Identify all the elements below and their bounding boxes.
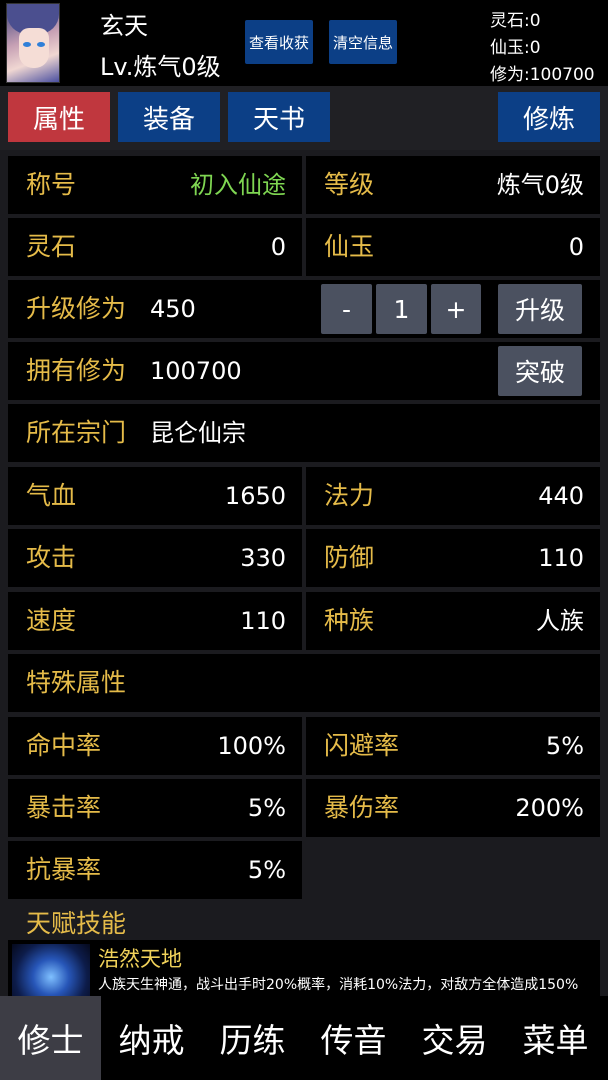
mana-label: 法力: [324, 481, 375, 510]
level-cell: 等级 炼气0级: [306, 156, 600, 214]
special-attrs-row: 特殊属性: [8, 654, 600, 712]
jade-value: 0: [568, 233, 584, 261]
hp-label: 气血: [26, 481, 77, 510]
hp-value: 1650: [224, 482, 286, 510]
crit-damage-label: 暴伤率: [324, 793, 400, 822]
nav-trade[interactable]: 交易: [404, 996, 505, 1080]
bottom-nav: 修士 纳戒 历练 传音 交易 菜单: [0, 996, 608, 1080]
sect-value: 昆仑仙宗: [150, 419, 246, 447]
player-level: Lv.炼气0级: [100, 53, 221, 81]
upgrade-row: 升级修为 450 - 1 + 升级: [8, 280, 600, 338]
crit-damage-cell: 暴伤率 200%: [306, 779, 600, 837]
jade-label: 仙玉: [324, 232, 375, 261]
owned-xp-row: 拥有修为 100700 突破: [8, 342, 600, 400]
talent-skill-name: 浩然天地: [98, 947, 182, 971]
nav-cultivator[interactable]: 修士: [0, 996, 101, 1080]
clear-info-button[interactable]: 清空信息: [329, 20, 397, 64]
crit-rate-label: 暴击率: [26, 793, 102, 822]
race-value: 人族: [536, 607, 584, 635]
crit-rate-cell: 暴击率 5%: [8, 779, 302, 837]
spirit-stone-cell: 灵石 0: [8, 218, 302, 276]
stepper-value: 1: [376, 284, 427, 334]
defense-value: 110: [538, 544, 584, 572]
defense-cell: 防御 110: [306, 529, 600, 587]
breakthrough-button[interactable]: 突破: [498, 346, 582, 396]
upgrade-xp-label: 升级修为: [26, 294, 127, 323]
view-income-button[interactable]: 查看收获: [245, 20, 313, 64]
jade-cell: 仙玉 0: [306, 218, 600, 276]
sect-label: 所在宗门: [26, 418, 127, 447]
race-cell: 种族 人族: [306, 592, 600, 650]
speed-label: 速度: [26, 606, 77, 635]
mana-cell: 法力 440: [306, 467, 600, 525]
title-value: 初入仙途: [190, 171, 286, 199]
tab-cultivate[interactable]: 修炼: [498, 92, 600, 142]
crit-damage-value: 200%: [515, 794, 584, 822]
nav-messages[interactable]: 传音: [303, 996, 404, 1080]
nav-storage-ring[interactable]: 纳戒: [101, 996, 202, 1080]
nav-adventure[interactable]: 历练: [202, 996, 303, 1080]
defense-label: 防御: [324, 543, 375, 572]
title-label: 称号: [26, 170, 77, 199]
player-name: 玄天: [100, 12, 148, 40]
jade-count: 仙玉:0: [490, 38, 541, 58]
mana-value: 440: [538, 482, 584, 510]
attack-label: 攻击: [26, 543, 77, 572]
tab-heaven-book[interactable]: 天书: [228, 92, 330, 142]
crit-rate-value: 5%: [247, 794, 286, 822]
sect-row: 所在宗门 昆仑仙宗: [8, 404, 600, 462]
level-value: 炼气0级: [496, 171, 584, 199]
title-cell: 称号 初入仙途: [8, 156, 302, 214]
spirit-stone-count: 灵石:0: [490, 11, 541, 31]
avatar-face: [19, 28, 49, 68]
spirit-stone-label: 灵石: [26, 232, 77, 261]
dodge-rate-cell: 闪避率 5%: [306, 717, 600, 775]
owned-xp-label: 拥有修为: [26, 356, 127, 385]
talent-section-title: 天赋技能: [26, 909, 127, 938]
avatar[interactable]: [6, 3, 60, 83]
stepper-minus-button[interactable]: -: [321, 284, 372, 334]
tab-bar: 属性 装备 天书 修炼: [0, 86, 608, 150]
cultivation-count: 修为:100700: [490, 65, 595, 85]
anti-crit-value: 5%: [247, 856, 286, 884]
speed-cell: 速度 110: [8, 592, 302, 650]
attack-value: 330: [240, 544, 286, 572]
avatar-eye: [23, 42, 31, 47]
dodge-rate-value: 5%: [545, 732, 584, 760]
upgrade-xp-value: 450: [150, 295, 196, 323]
top-header: 玄天 Lv.炼气0级 查看收获 清空信息 灵石:0 仙玉:0 修为:100700: [0, 0, 608, 86]
owned-xp-value: 100700: [150, 357, 242, 385]
talent-skill-desc: 人族天生神通，战斗出手时20%概率，消耗10%法力，对敌方全体造成150%: [98, 977, 579, 993]
stepper-plus-button[interactable]: +: [431, 284, 481, 334]
hp-cell: 气血 1650: [8, 467, 302, 525]
talent-skill-item[interactable]: 浩然天地 人族天生神通，战斗出手时20%概率，消耗10%法力，对敌方全体造成15…: [8, 940, 600, 996]
hit-rate-cell: 命中率 100%: [8, 717, 302, 775]
spirit-stone-value: 0: [270, 233, 286, 261]
anti-crit-cell: 抗暴率 5%: [8, 841, 302, 899]
race-label: 种族: [324, 606, 375, 635]
speed-value: 110: [240, 607, 286, 635]
talent-skill-icon: [12, 944, 90, 996]
special-attrs-label: 特殊属性: [26, 668, 127, 697]
hit-rate-label: 命中率: [26, 731, 102, 760]
attack-cell: 攻击 330: [8, 529, 302, 587]
upgrade-button[interactable]: 升级: [498, 284, 582, 334]
tab-equipment[interactable]: 装备: [118, 92, 220, 142]
hit-rate-value: 100%: [217, 732, 286, 760]
anti-crit-label: 抗暴率: [26, 855, 102, 884]
nav-menu[interactable]: 菜单: [505, 996, 606, 1080]
avatar-eye: [37, 42, 45, 47]
level-label: 等级: [324, 170, 375, 199]
dodge-rate-label: 闪避率: [324, 731, 400, 760]
tab-attributes[interactable]: 属性: [8, 92, 110, 142]
